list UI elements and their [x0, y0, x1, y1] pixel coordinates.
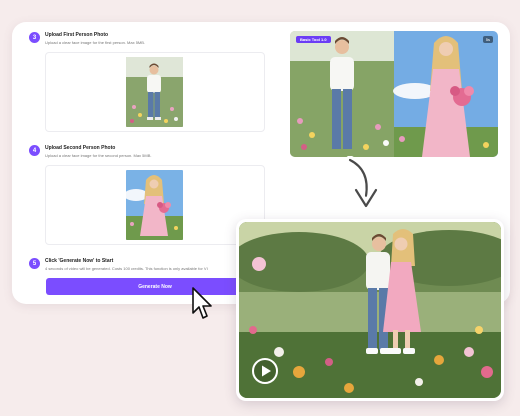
generated-video-frame	[239, 222, 501, 398]
step-title: Upload First Person Photo	[45, 32, 109, 38]
step-title: Click 'Generate Now' to Start	[45, 258, 114, 264]
generated-video-card[interactable]	[236, 219, 504, 401]
first-person-thumbnail	[126, 57, 183, 127]
generate-now-button[interactable]: Generate Now	[46, 278, 264, 295]
first-photo-upload-box[interactable]	[45, 52, 265, 132]
step-number: 5	[29, 258, 40, 269]
duration-badge: 5s	[482, 36, 493, 43]
step-number: 3	[29, 32, 40, 43]
second-person-thumbnail	[126, 170, 183, 240]
step-description: Upload a clear face image for the second…	[45, 153, 152, 158]
play-icon[interactable]	[251, 357, 279, 385]
preview-photo-pair: Basic Tool 1.0 5s	[290, 31, 498, 157]
step-number: 4	[29, 145, 40, 156]
cursor-pointer-icon	[191, 287, 213, 321]
step-description: Upload a clear face image for the first …	[45, 40, 146, 45]
tool-version-badge: Basic Tool 1.0	[296, 36, 331, 43]
curved-arrow-down-icon	[336, 155, 386, 216]
step-description: 4 seconds of video will be generated. Co…	[45, 266, 208, 271]
second-photo-upload-box[interactable]	[45, 165, 265, 245]
step-title: Upload Second Person Photo	[45, 145, 116, 151]
